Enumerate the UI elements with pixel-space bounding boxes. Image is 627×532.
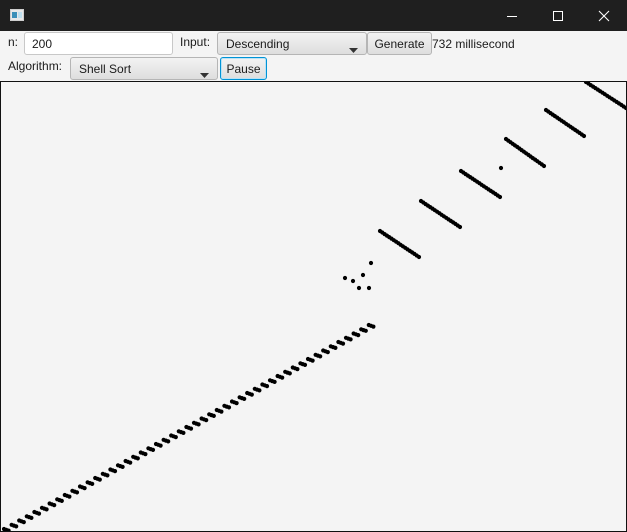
- data-point: [128, 460, 133, 465]
- data-point: [59, 498, 64, 503]
- data-point: [287, 371, 292, 376]
- data-point: [105, 473, 110, 478]
- input-label: Input:: [180, 35, 211, 49]
- n-label: n:: [8, 35, 19, 49]
- n-input[interactable]: [24, 32, 173, 55]
- data-point: [204, 418, 209, 423]
- data-point: [348, 337, 353, 342]
- chevron-down-icon: [200, 67, 209, 81]
- data-point: [173, 435, 178, 440]
- elapsed-time-text: 732 millisecond: [432, 37, 515, 51]
- data-point: [67, 494, 72, 499]
- data-point: [498, 165, 504, 171]
- sort-visualization-plot: [1, 82, 626, 531]
- data-point: [356, 333, 361, 338]
- data-point: [356, 285, 362, 291]
- data-point: [82, 486, 87, 491]
- data-point: [581, 133, 587, 139]
- data-point: [196, 422, 201, 427]
- close-icon[interactable]: [581, 0, 627, 31]
- data-point: [350, 278, 356, 284]
- data-point: [333, 345, 338, 350]
- data-point: [457, 224, 463, 230]
- algorithm-label: Algorithm:: [8, 59, 63, 73]
- data-point: [120, 464, 125, 469]
- minimize-icon[interactable]: [489, 0, 535, 31]
- data-point: [371, 324, 376, 329]
- data-point: [97, 477, 102, 482]
- data-point: [264, 384, 270, 389]
- data-point: [143, 452, 148, 457]
- data-point: [74, 490, 80, 495]
- app-icon: [10, 9, 24, 21]
- data-point: [90, 481, 95, 486]
- algorithm-combobox-value: Shell Sort: [79, 62, 132, 76]
- data-point: [360, 272, 366, 278]
- data-point: [257, 388, 262, 393]
- data-point: [280, 375, 285, 380]
- data-point: [295, 367, 300, 372]
- input-combobox[interactable]: Descending: [217, 32, 367, 55]
- data-point: [497, 194, 503, 200]
- pause-button[interactable]: Pause: [220, 57, 267, 80]
- data-point: [340, 341, 346, 346]
- data-point: [219, 409, 224, 414]
- data-point: [249, 392, 254, 397]
- maximize-icon[interactable]: [535, 0, 581, 31]
- data-point: [226, 405, 232, 410]
- data-point: [135, 456, 140, 461]
- data-point: [325, 350, 330, 355]
- data-point: [368, 260, 374, 266]
- chevron-down-icon: [349, 42, 358, 56]
- data-point: [242, 396, 247, 401]
- data-point: [158, 443, 163, 448]
- data-point: [181, 430, 186, 435]
- data-point: [166, 439, 171, 444]
- data-point: [150, 447, 156, 452]
- data-point: [302, 362, 308, 367]
- data-point: [36, 511, 42, 516]
- generate-button[interactable]: Generate: [367, 32, 432, 55]
- data-point: [211, 413, 216, 418]
- title-bar: [0, 0, 627, 31]
- data-point: [188, 426, 194, 431]
- data-point: [44, 507, 49, 512]
- data-point: [363, 328, 368, 333]
- input-combobox-value: Descending: [226, 37, 290, 51]
- data-point: [52, 503, 57, 508]
- data-point: [310, 358, 315, 363]
- data-point: [112, 469, 118, 474]
- data-point: [416, 254, 422, 260]
- data-point: [272, 379, 277, 384]
- data-point: [366, 285, 372, 291]
- data-point: [318, 354, 323, 359]
- data-point: [342, 275, 348, 281]
- sort-visualization-canvas: [0, 81, 627, 532]
- data-point: [29, 515, 34, 520]
- data-point: [21, 520, 26, 525]
- algorithm-combobox[interactable]: Shell Sort: [70, 57, 218, 80]
- data-point: [14, 524, 19, 529]
- data-point: [541, 163, 547, 169]
- data-point: [234, 401, 239, 406]
